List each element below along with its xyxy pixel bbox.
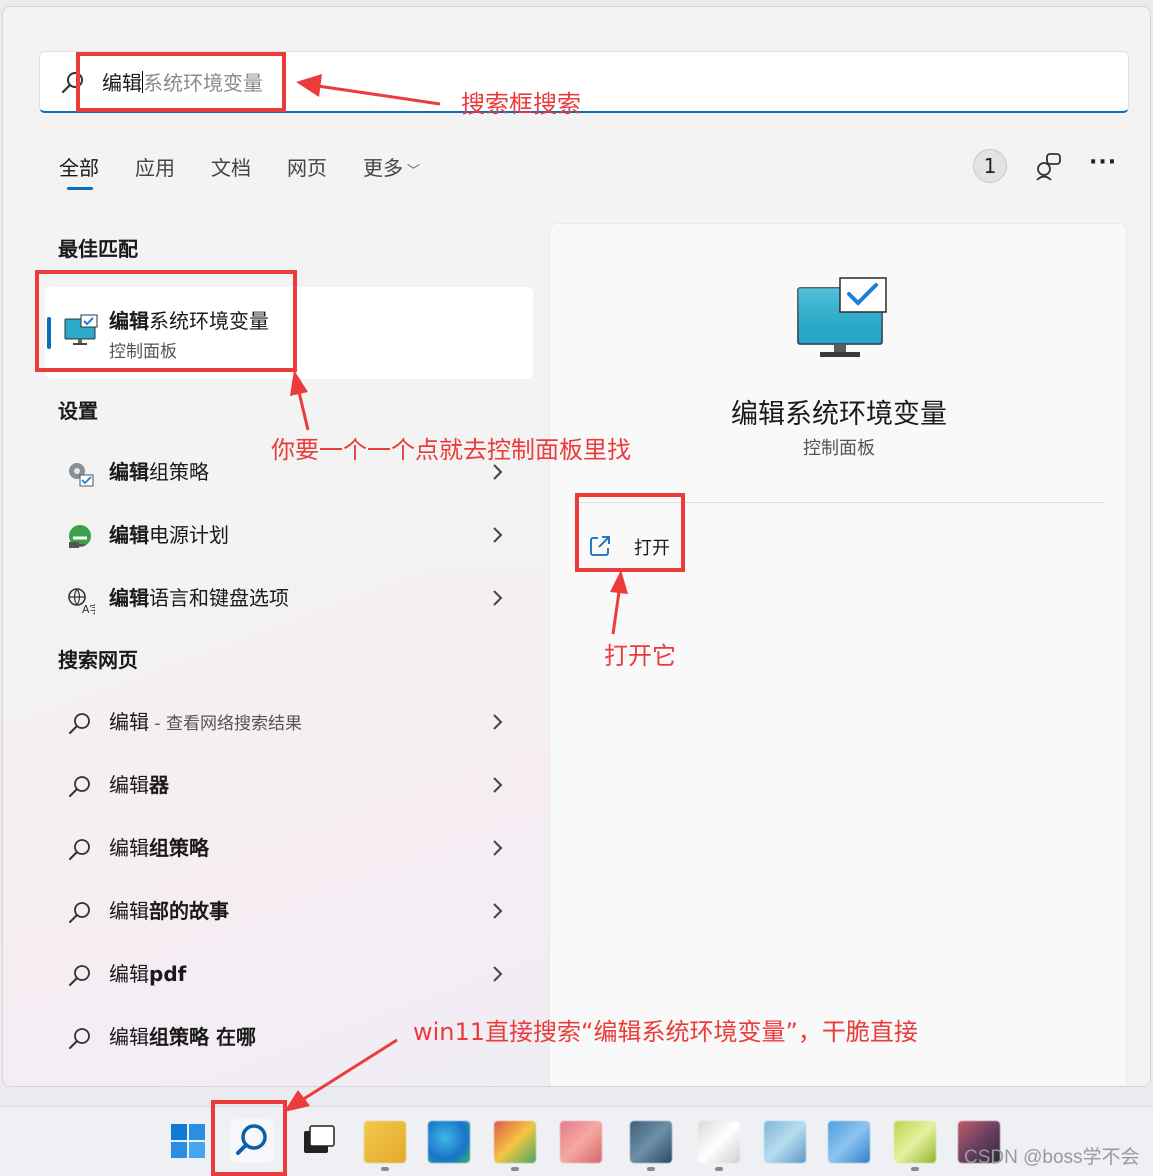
tab-apps[interactable]: 应用 xyxy=(135,153,175,189)
windows-start-icon[interactable] xyxy=(166,1119,210,1163)
list-item-label: 编辑pdf xyxy=(109,961,186,987)
app-icon[interactable] xyxy=(894,1121,936,1163)
label-rest: 电源计划 xyxy=(149,523,229,547)
more-options-icon[interactable]: ··· xyxy=(1089,152,1117,177)
chevron-right-icon xyxy=(493,840,503,856)
annotation-win11-note: win11直接搜索“编辑系统环境变量”，干脆直接 xyxy=(413,1018,918,1046)
chevron-right-icon xyxy=(493,590,503,606)
label-muted: - 查看网络搜索结果 xyxy=(149,714,302,734)
list-item-label: 编辑组策略 在哪 xyxy=(109,1024,256,1050)
chevron-right-icon xyxy=(493,966,503,982)
annotation-box-open xyxy=(575,493,685,572)
filter-tabs: 全部 应用 文档 网页 更多 ﹀ xyxy=(59,153,456,193)
search-icon xyxy=(69,713,90,734)
annotation-open-note: 打开它 xyxy=(604,642,676,670)
power-plan-icon xyxy=(69,525,91,548)
list-item-label: 编辑组策略 xyxy=(109,835,209,861)
tab-more[interactable]: 更多 ﹀ xyxy=(363,153,420,189)
app-icon[interactable] xyxy=(630,1121,672,1163)
tab-label: 网页 xyxy=(287,156,327,180)
annotation-box-taskbar-search xyxy=(211,1100,287,1176)
label-bold: 部的故事 xyxy=(149,899,229,923)
web-search-heading: 搜索网页 xyxy=(58,648,138,672)
tab-web[interactable]: 网页 xyxy=(287,153,327,189)
chevron-right-icon xyxy=(493,527,503,543)
chevron-right-icon xyxy=(493,714,503,730)
label-bold: pdf xyxy=(149,962,187,986)
app-icon[interactable] xyxy=(828,1121,870,1163)
web-result-item[interactable]: 编辑组策略 xyxy=(59,825,519,873)
settings-heading: 设置 xyxy=(58,399,98,423)
web-result-item[interactable]: 编辑部的故事 xyxy=(59,888,519,936)
label-rest: 语言和键盘选项 xyxy=(149,586,289,610)
search-icon xyxy=(69,965,90,986)
chevron-down-icon: ﹀ xyxy=(407,164,421,179)
list-item-label: 编辑 - 查看网络搜索结果 xyxy=(109,709,302,737)
list-item-language-keyboard[interactable]: A字 编辑语言和键盘选项 xyxy=(59,575,519,623)
group-policy-icon xyxy=(69,463,94,487)
label-bold: 编辑 xyxy=(109,460,149,484)
search-icon xyxy=(69,902,90,923)
label-bold: 编辑 xyxy=(109,586,149,610)
label-bold: 编辑 xyxy=(109,523,149,547)
running-indicator xyxy=(911,1167,919,1171)
running-indicator xyxy=(647,1167,655,1171)
label-bold: 组策略 xyxy=(149,836,209,860)
detail-subtitle: 控制面板 xyxy=(803,438,875,459)
file-explorer-icon[interactable] xyxy=(364,1121,406,1163)
account-switch-icon[interactable] xyxy=(1033,151,1063,181)
detail-title: 编辑系统环境变量 xyxy=(731,399,947,430)
annotation-box-search xyxy=(76,52,286,112)
chrome-browser-icon[interactable] xyxy=(494,1121,536,1163)
edge-browser-icon[interactable] xyxy=(428,1121,470,1163)
label-rest: 编辑 xyxy=(109,836,149,860)
svg-text:A字: A字 xyxy=(82,602,95,615)
app-icon[interactable] xyxy=(764,1121,806,1163)
tab-label: 更多 xyxy=(363,156,403,180)
web-result-item[interactable]: 编辑 - 查看网络搜索结果 xyxy=(59,699,519,747)
app-icon[interactable] xyxy=(560,1121,602,1163)
tab-label: 全部 xyxy=(59,156,99,180)
web-result-item[interactable]: 编辑器 xyxy=(59,762,519,810)
list-item-label: 编辑器 xyxy=(109,772,169,798)
label-bold: 组策略 在哪 xyxy=(149,1025,256,1049)
search-icon xyxy=(69,776,90,797)
list-item-label: 编辑部的故事 xyxy=(109,898,229,924)
rewards-count-badge[interactable]: 1 xyxy=(973,149,1007,183)
running-indicator xyxy=(381,1167,389,1171)
list-item-label: 编辑语言和键盘选项 xyxy=(109,585,289,611)
tab-label: 文档 xyxy=(211,156,251,180)
running-indicator xyxy=(715,1167,723,1171)
label-rest: 编辑 xyxy=(109,1025,149,1049)
app-icon[interactable] xyxy=(698,1121,740,1163)
annotation-control-panel-note: 你要一个一个点就去控制面板里找 xyxy=(271,436,631,464)
label-rest: 编辑 xyxy=(109,899,149,923)
running-indicator xyxy=(511,1167,519,1171)
task-view-icon[interactable] xyxy=(296,1119,340,1163)
list-item-power-plan[interactable]: 编辑电源计划 xyxy=(59,512,519,560)
annotation-box-best-match xyxy=(35,270,297,372)
label-rest: 编辑 xyxy=(109,710,149,734)
label-rest: 编辑 xyxy=(109,962,149,986)
label-rest: 编辑 xyxy=(109,773,149,797)
search-icon xyxy=(69,839,90,860)
list-item-label: 编辑组策略 xyxy=(109,459,209,485)
annotation-search-note: 搜索框搜索 xyxy=(461,90,581,118)
search-icon xyxy=(69,1028,90,1049)
label-bold: 器 xyxy=(149,773,169,797)
tab-documents[interactable]: 文档 xyxy=(211,153,251,189)
watermark-text: CSDN @boss学不会 xyxy=(964,1147,1140,1168)
web-result-item[interactable]: 编辑pdf xyxy=(59,951,519,999)
tab-all[interactable]: 全部 xyxy=(59,153,99,190)
tab-label: 应用 xyxy=(135,156,175,180)
language-keyboard-icon: A字 xyxy=(68,588,95,615)
list-item-label: 编辑电源计划 xyxy=(109,522,229,548)
best-match-heading: 最佳匹配 xyxy=(58,237,138,261)
chevron-right-icon xyxy=(493,903,503,919)
label-rest: 组策略 xyxy=(149,460,209,484)
system-properties-icon xyxy=(797,277,887,357)
chevron-right-icon xyxy=(493,777,503,793)
